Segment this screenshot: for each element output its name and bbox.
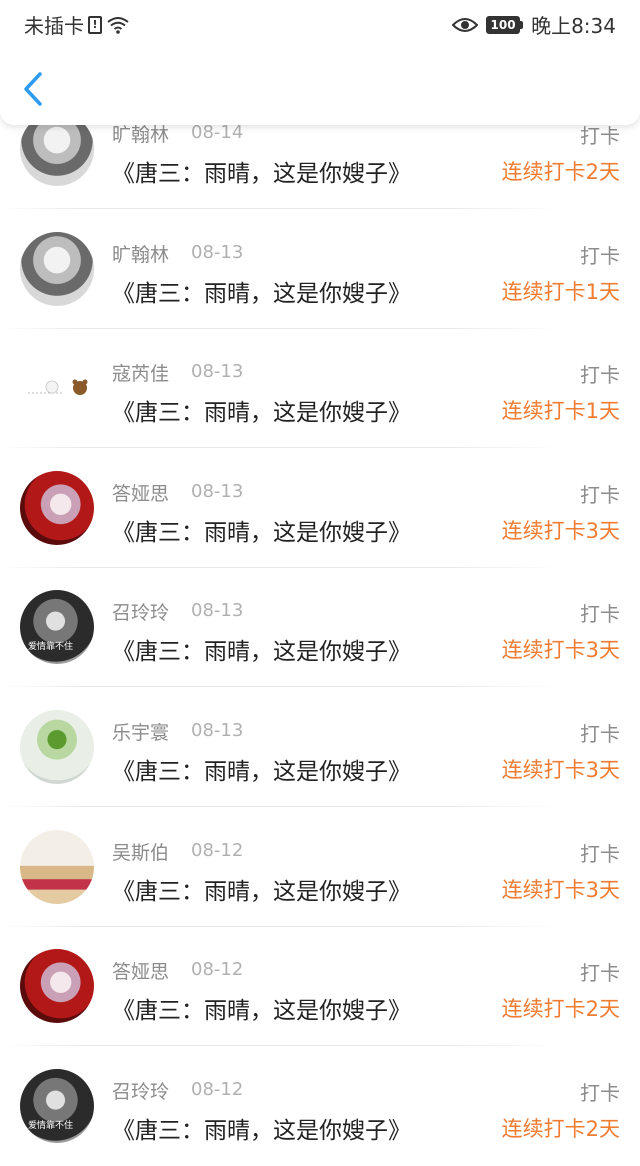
avatar[interactable]: 爱情靠不住 (20, 1069, 94, 1143)
record-date: 08-13 (191, 720, 244, 741)
user-name[interactable]: 乐宇寰 (112, 718, 169, 745)
user-name[interactable]: 吴斯伯 (112, 838, 169, 865)
battery-level: 100 (486, 15, 521, 34)
avatar[interactable] (20, 351, 94, 425)
user-name[interactable]: 召玲玲 (112, 1077, 169, 1104)
wifi-icon (106, 15, 130, 35)
avatar[interactable] (20, 710, 94, 784)
avatar[interactable] (20, 830, 94, 904)
back-button[interactable] (16, 66, 56, 116)
book-title[interactable]: 《唐三：雨晴，这是你嫂子》 (112, 154, 411, 188)
record-date: 08-13 (191, 242, 244, 263)
avatar-caption: 爱情靠不住 (28, 642, 74, 652)
book-title[interactable]: 《唐三：雨晴，这是你嫂子》 (112, 752, 411, 786)
divider (0, 447, 560, 448)
eye-icon (452, 16, 479, 34)
checkin-label: 打卡 (580, 722, 620, 746)
sim-alert-icon: ! (88, 15, 102, 34)
nav-bar (0, 46, 640, 125)
list-item[interactable]: 答娅思 08-12 《唐三：雨晴，这是你嫂子》 打卡 连续打卡2天 (0, 927, 640, 1046)
divider (0, 208, 560, 209)
chevron-left-icon (24, 72, 42, 106)
book-title[interactable]: 《唐三：雨晴，这是你嫂子》 (112, 393, 411, 427)
record-date: 08-12 (191, 959, 244, 980)
record-date: 08-13 (191, 361, 244, 382)
streak-count: 连续打卡3天 (501, 758, 620, 782)
list-item[interactable]: 爱情靠不住 召玲玲 08-13 《唐三：雨晴，这是你嫂子》 打卡 连续打卡3天 (0, 568, 640, 687)
book-title[interactable]: 《唐三：雨晴，这是你嫂子》 (112, 274, 411, 308)
checkin-label: 打卡 (580, 602, 620, 626)
avatar[interactable]: 爱情靠不住 (20, 590, 94, 664)
book-title[interactable]: 《唐三：雨晴，这是你嫂子》 (112, 872, 411, 906)
checkin-label: 打卡 (580, 363, 620, 387)
user-name[interactable]: 旷翰林 (112, 240, 169, 267)
list-item[interactable]: 旷翰林 08-13 《唐三：雨晴，这是你嫂子》 打卡 连续打卡1天 (0, 210, 640, 329)
user-name[interactable]: 答娅思 (112, 957, 169, 984)
battery-tip (520, 20, 524, 29)
book-title[interactable]: 《唐三：雨晴，这是你嫂子》 (112, 632, 411, 666)
divider (0, 806, 560, 807)
avatar[interactable] (20, 232, 94, 306)
checkin-label: 打卡 (580, 1081, 620, 1105)
clock-text: 晚上8:34 (531, 14, 616, 38)
checkin-label: 打卡 (580, 483, 620, 507)
status-bar: 未插卡 ! 100 晚上8:34 (0, 0, 640, 46)
book-title[interactable]: 《唐三：雨晴，这是你嫂子》 (112, 513, 411, 547)
list-item[interactable]: 寇芮佳 08-13 《唐三：雨晴，这是你嫂子》 打卡 连续打卡1天 (0, 329, 640, 448)
list-item[interactable]: 爱情靠不住 召玲玲 08-12 《唐三：雨晴，这是你嫂子》 打卡 连续打卡2天 (0, 1047, 640, 1166)
streak-count: 连续打卡2天 (501, 997, 620, 1021)
bear-sticker-icon (28, 379, 88, 395)
record-date: 08-13 (191, 600, 244, 621)
list-item[interactable]: 答娅思 08-13 《唐三：雨晴，这是你嫂子》 打卡 连续打卡3天 (0, 449, 640, 568)
divider (0, 686, 560, 687)
record-date: 08-12 (191, 840, 244, 861)
record-date: 08-14 (191, 122, 244, 143)
status-left: 未插卡 ! (24, 10, 130, 39)
streak-count: 连续打卡1天 (501, 280, 620, 304)
streak-count: 连续打卡1天 (501, 399, 620, 423)
checkin-label: 打卡 (580, 842, 620, 866)
avatar[interactable] (20, 949, 94, 1023)
status-right: 100 晚上8:34 (452, 10, 616, 39)
streak-count: 连续打卡2天 (501, 1117, 620, 1141)
streak-count: 连续打卡3天 (501, 638, 620, 662)
list-item[interactable]: 乐宇寰 08-13 《唐三：雨晴，这是你嫂子》 打卡 连续打卡3天 (0, 688, 640, 807)
divider (0, 1045, 560, 1046)
checkin-label: 打卡 (580, 961, 620, 985)
list-item[interactable]: 吴斯伯 08-12 《唐三：雨晴，这是你嫂子》 打卡 连续打卡3天 (0, 808, 640, 927)
book-title[interactable]: 《唐三：雨晴，这是你嫂子》 (112, 1111, 411, 1145)
streak-count: 连续打卡3天 (501, 878, 620, 902)
carrier-text: 未插卡 (24, 14, 84, 38)
streak-count: 连续打卡2天 (501, 160, 620, 184)
user-name[interactable]: 寇芮佳 (112, 359, 169, 386)
user-name[interactable]: 召玲玲 (112, 598, 169, 625)
record-date: 08-13 (191, 481, 244, 502)
book-title[interactable]: 《唐三：雨晴，这是你嫂子》 (112, 991, 411, 1025)
app-header: 未插卡 ! 100 晚上8:34 (0, 0, 640, 125)
checkin-label: 打卡 (580, 244, 620, 268)
user-name[interactable]: 答娅思 (112, 479, 169, 506)
record-date: 08-12 (191, 1079, 244, 1100)
battery-icon: 100 (486, 15, 524, 34)
avatar-caption: 爱情靠不住 (28, 1121, 74, 1131)
streak-count: 连续打卡3天 (501, 519, 620, 543)
avatar[interactable] (20, 471, 94, 545)
